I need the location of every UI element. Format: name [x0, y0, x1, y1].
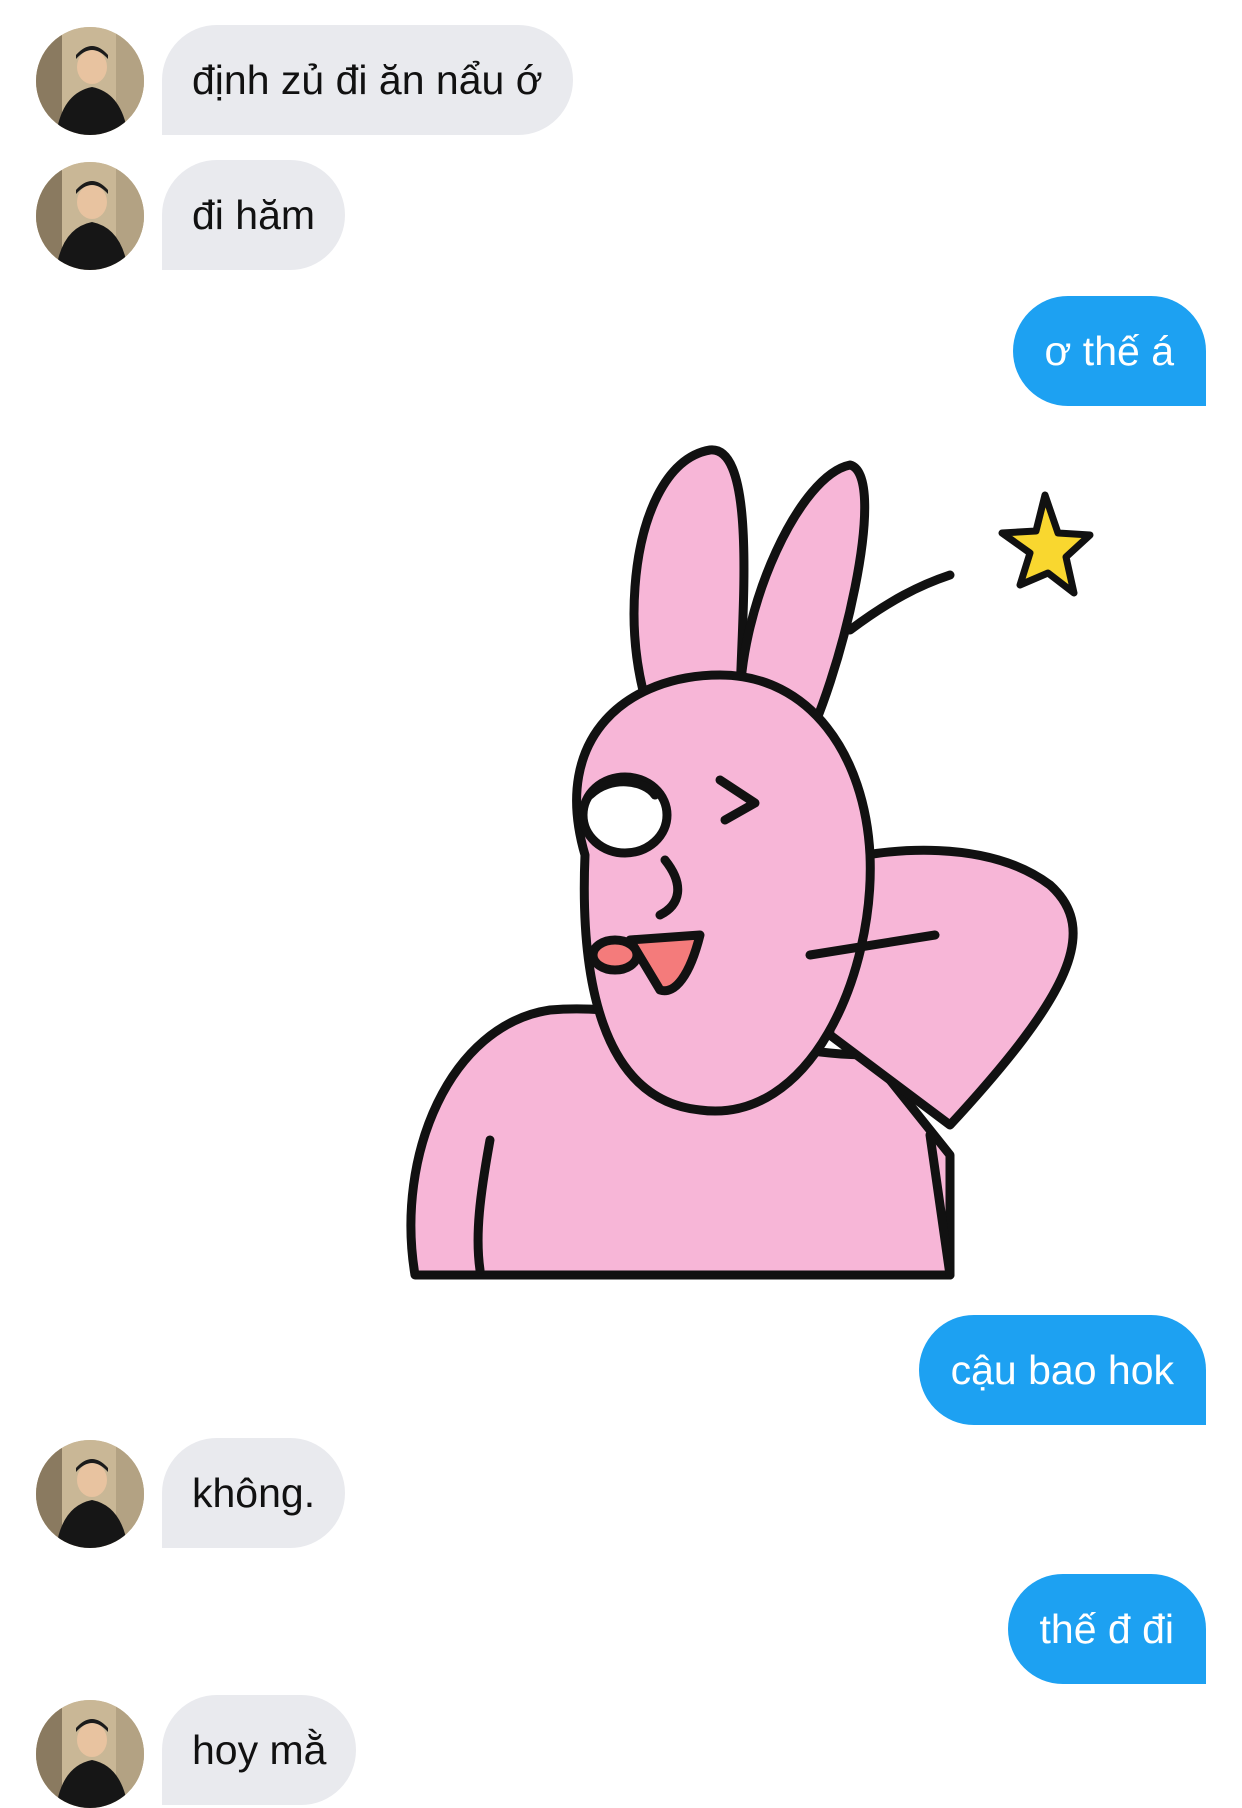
avatar[interactable] — [36, 1700, 144, 1808]
incoming-message-bubble[interactable]: định zủ đi ăn nẩu ớ — [162, 25, 573, 135]
outgoing-message-bubble[interactable]: cậu bao hok — [918, 1315, 1206, 1425]
incoming-message-bubble[interactable]: không. — [162, 1438, 346, 1548]
pink-bunny-wink-sticker[interactable] — [390, 435, 1210, 1290]
outgoing-message-bubble[interactable]: ơ thế á — [1012, 296, 1206, 406]
incoming-message-bubble[interactable]: đi hăm — [162, 160, 346, 270]
avatar[interactable] — [36, 1440, 144, 1548]
outgoing-message-bubble[interactable]: thế đ đi — [1007, 1574, 1206, 1684]
avatar[interactable] — [36, 162, 144, 270]
chat-thread: định zủ đi ăn nẩu ớ đi hăm ơ thế á cậu b… — [0, 0, 1242, 1808]
avatar[interactable] — [36, 27, 144, 135]
incoming-message-bubble[interactable]: hoy mằ — [162, 1695, 357, 1805]
